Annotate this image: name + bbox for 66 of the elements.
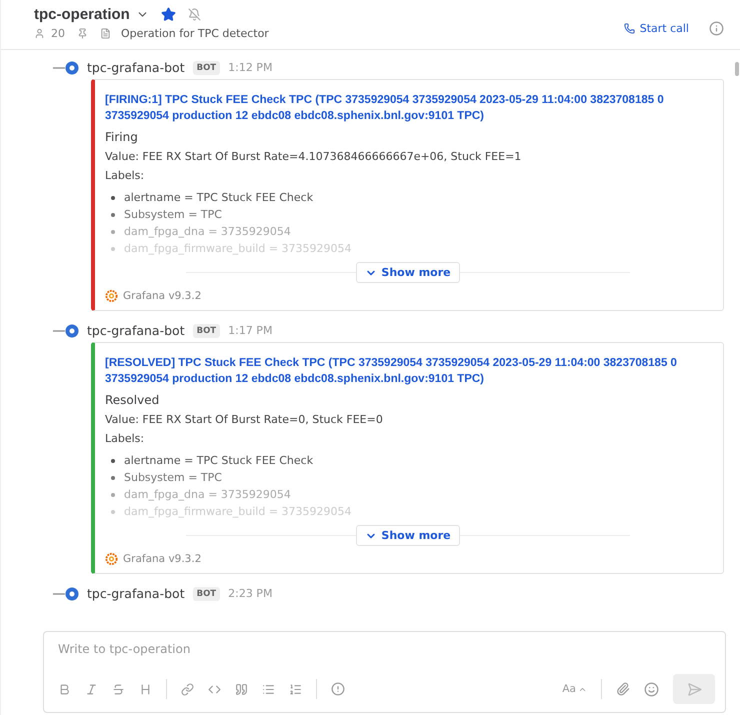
show-more-button[interactable]: Show more bbox=[356, 525, 460, 546]
bullet-icon bbox=[111, 476, 115, 480]
alert-status: Firing bbox=[105, 130, 139, 144]
alert-circle-icon[interactable] bbox=[331, 682, 345, 696]
bullet-icon bbox=[111, 246, 115, 250]
alert-title-link[interactable]: [RESOLVED] TPC Stuck FEE Check TPC (TPC 3735929054 3735929054 2023-05-29 11:04:00 3823708185 0 3735929054 production 12 ebdc08 ebdc08.sphenix.bnl.gov:9101 TPC) bbox=[105, 355, 711, 387]
author-name[interactable]: tpc-grafana-bot bbox=[87, 323, 185, 338]
label-item: alertname = TPC Stuck FEE Check bbox=[124, 453, 314, 468]
alert-value: Value: FEE RX Start Of Burst Rate=0, Stuck FEE=0 bbox=[105, 413, 384, 426]
phone-icon bbox=[624, 23, 635, 34]
footer-text: Grafana v9.3.2 bbox=[123, 552, 202, 564]
bot-avatar-icon bbox=[53, 324, 79, 338]
bot-avatar-icon bbox=[53, 60, 79, 74]
bullet-icon bbox=[111, 492, 115, 496]
alert-status: Resolved bbox=[105, 393, 160, 407]
scrollbar-thumb bbox=[735, 62, 739, 76]
bullet-icon bbox=[111, 510, 115, 514]
send-icon bbox=[686, 682, 702, 696]
author-name[interactable]: tpc-grafana-bot bbox=[87, 60, 185, 75]
bullet-icon bbox=[111, 196, 115, 200]
labels-heading: Labels: bbox=[105, 169, 146, 182]
label-item: dam_fpga_dna = 3735929054 bbox=[124, 224, 291, 239]
message-time: 1:12 PM bbox=[228, 61, 272, 74]
labels-heading: Labels: bbox=[105, 432, 146, 445]
channel-topic: Operation for TPC detector bbox=[121, 27, 269, 40]
numbered-list-icon[interactable] bbox=[289, 682, 302, 696]
label-item: Subsystem = TPC bbox=[124, 470, 222, 485]
emoji-icon[interactable] bbox=[644, 682, 659, 696]
alert-value: Value: FEE RX Start Of Burst Rate=4.107368466666667e+06, Stuck FEE=1 bbox=[105, 150, 522, 163]
grafana-logo-icon bbox=[105, 289, 118, 302]
label-item: dam_fpga_dna = 3735929054 bbox=[124, 487, 291, 502]
start-call-button[interactable]: Start call bbox=[618, 18, 695, 39]
strikethrough-icon[interactable] bbox=[112, 682, 125, 696]
channel-title[interactable]: tpc-operation bbox=[34, 6, 130, 23]
bot-avatar-icon bbox=[53, 586, 79, 600]
footer-text: Grafana v9.3.2 bbox=[123, 290, 202, 302]
document-icon bbox=[100, 28, 111, 39]
alert-title-link[interactable]: [FIRING:1] TPC Stuck FEE Check TPC (TPC 3735929054 3735929054 2023-05-29 11:04:00 3823708185 0 3735929054 production 12 ebdc08 ebdc08.sphenix.bnl.gov:9101 TPC) bbox=[105, 92, 711, 124]
bullet-icon bbox=[111, 458, 115, 462]
bot-badge: BOT bbox=[192, 60, 220, 74]
author-name[interactable]: tpc-grafana-bot bbox=[87, 586, 185, 601]
label-item: alertname = TPC Stuck FEE Check bbox=[124, 190, 314, 205]
bullet-icon bbox=[111, 212, 115, 216]
bullet-icon bbox=[111, 230, 115, 234]
quote-icon[interactable] bbox=[235, 682, 248, 696]
heading-icon[interactable] bbox=[139, 682, 152, 696]
link-icon[interactable] bbox=[181, 682, 194, 696]
info-icon[interactable] bbox=[709, 21, 724, 36]
attach-icon[interactable] bbox=[616, 682, 630, 696]
bullet-list-icon[interactable] bbox=[262, 682, 275, 696]
star-icon[interactable] bbox=[160, 7, 176, 22]
label-item: Subsystem = TPC bbox=[124, 207, 222, 222]
message-time: 2:23 PM bbox=[228, 587, 272, 600]
bot-badge: BOT bbox=[192, 586, 220, 600]
italic-icon[interactable] bbox=[85, 682, 98, 696]
bold-icon[interactable] bbox=[58, 682, 71, 696]
bell-off-icon[interactable] bbox=[188, 8, 201, 21]
code-icon[interactable] bbox=[208, 682, 221, 696]
send-button[interactable] bbox=[673, 674, 715, 704]
members-icon bbox=[34, 28, 45, 39]
grafana-logo-icon bbox=[105, 552, 118, 565]
message-time: 1:17 PM bbox=[228, 324, 272, 337]
member-count[interactable]: 20 bbox=[51, 27, 65, 40]
show-more-button[interactable]: Show more bbox=[356, 262, 460, 283]
bot-badge: BOT bbox=[192, 324, 220, 338]
pin-icon[interactable] bbox=[77, 28, 88, 39]
